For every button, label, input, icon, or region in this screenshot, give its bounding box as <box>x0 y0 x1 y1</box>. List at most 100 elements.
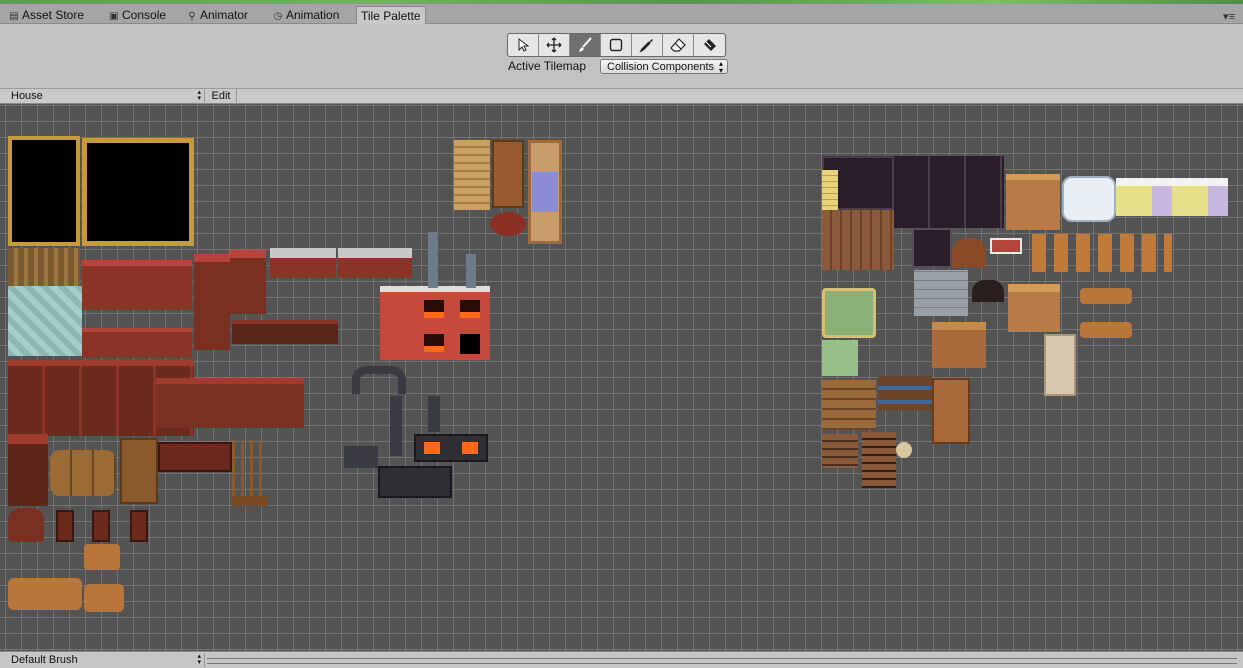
stove-pipe-tile[interactable] <box>390 396 402 456</box>
cabinet-tile[interactable] <box>932 322 986 368</box>
cabinet-tile[interactable] <box>194 254 230 350</box>
fire-icon <box>424 334 444 352</box>
cursor-icon <box>518 38 530 52</box>
toolbar-area: Active Tilemap Collision Components ▴ ▾ <box>0 24 1243 88</box>
brush-icon <box>579 37 592 52</box>
window-frame-tile[interactable] <box>8 136 80 246</box>
box-fill-tool-button[interactable] <box>601 34 632 56</box>
drawer-tile[interactable] <box>156 378 304 428</box>
tab-animation[interactable]: ◷ Animation <box>268 6 343 24</box>
tab-label: Console <box>122 8 167 22</box>
hay-tile[interactable] <box>454 140 490 210</box>
horizontal-scrollbar[interactable] <box>207 658 1237 664</box>
tab-label: Asset Store <box>22 8 85 22</box>
blanket-tile[interactable] <box>532 172 558 212</box>
armor-rack-tile[interactable] <box>270 248 336 278</box>
window-frame-tile[interactable] <box>82 138 194 246</box>
stairs-tile[interactable] <box>822 434 858 468</box>
iron-stove-tile[interactable] <box>378 466 452 498</box>
barrel-tile[interactable] <box>50 450 116 496</box>
bench-tile[interactable] <box>158 442 232 472</box>
round-table-tile[interactable] <box>490 212 526 236</box>
tab-tile-palette[interactable]: Tile Palette <box>356 6 426 25</box>
brick-wall-tile[interactable] <box>822 170 838 210</box>
fill-tool-button[interactable] <box>694 34 725 56</box>
table-tile[interactable] <box>8 508 44 542</box>
shelf-tile[interactable] <box>1008 284 1060 332</box>
grass-rug-tile[interactable] <box>822 288 876 338</box>
iron-stove-tile[interactable] <box>344 446 378 468</box>
edit-palette-button[interactable]: Edit <box>206 89 237 104</box>
wardrobe-tile[interactable] <box>932 378 970 444</box>
brush-dropdown[interactable]: Default Brush ▴ ▾ <box>6 653 205 667</box>
select-tool-button[interactable] <box>508 34 539 56</box>
counter-tile[interactable] <box>82 328 192 358</box>
updown-icon: ▴ ▾ <box>718 59 723 75</box>
cabinet-tile[interactable] <box>230 250 266 314</box>
active-tilemap-value: Collision Components <box>607 61 714 73</box>
workbench-tile[interactable] <box>84 584 124 612</box>
bed-tile[interactable] <box>1116 178 1228 216</box>
tab-label: Tile Palette <box>361 9 421 23</box>
grass-tile[interactable] <box>822 340 858 376</box>
dark-door-tile[interactable] <box>912 228 952 268</box>
erase-tool-button[interactable] <box>663 34 694 56</box>
window-menu-icon[interactable]: ▾≡ <box>1223 10 1235 23</box>
tab-label: Animator <box>200 8 249 22</box>
table-tile[interactable] <box>1080 288 1132 304</box>
wood-panel-tile[interactable] <box>822 210 894 270</box>
stone-wall-tile[interactable] <box>914 270 968 316</box>
oven-tile[interactable] <box>1044 334 1076 396</box>
clock-tile[interactable] <box>130 510 148 542</box>
workbench-tile[interactable] <box>8 578 82 610</box>
table-tile[interactable] <box>1080 322 1132 338</box>
stove-pipe-tile[interactable] <box>352 366 406 394</box>
stairs-tile[interactable] <box>862 432 896 488</box>
active-tilemap-label: Active Tilemap <box>508 59 587 73</box>
fire-icon <box>460 300 480 318</box>
picker-tool-button[interactable] <box>632 34 663 56</box>
tab-bar: ▤ Asset Store ▣ Console ⚲ Animator ◷ Animati… <box>0 4 1243 25</box>
palette-value: House <box>11 90 43 102</box>
stone-floor-tile[interactable] <box>8 286 82 356</box>
crate-tile[interactable] <box>120 438 158 504</box>
clock-tile[interactable] <box>56 510 74 542</box>
round-rug-tile[interactable] <box>896 442 912 458</box>
active-tilemap-dropdown[interactable]: Collision Components ▴ ▾ <box>600 59 728 75</box>
clock-tile[interactable] <box>92 510 110 542</box>
bookshelf-tile[interactable] <box>878 376 932 410</box>
chimney-tile[interactable] <box>428 232 438 288</box>
move-icon <box>546 37 562 53</box>
spear-rack-tile[interactable] <box>232 440 268 506</box>
fireplace-opening-tile[interactable] <box>460 334 480 354</box>
eraser-icon <box>670 38 686 52</box>
palette-dropdown[interactable]: House ▴ ▾ <box>6 89 205 104</box>
oven-bench-tile[interactable] <box>232 320 338 344</box>
paint-tool-button[interactable] <box>570 34 601 56</box>
tab-label: Animation <box>286 8 340 22</box>
window-tile[interactable] <box>990 238 1022 254</box>
wardrobe-tile[interactable] <box>492 140 524 208</box>
tab-animator[interactable]: ⚲ Animator <box>182 6 252 24</box>
shelf-tile[interactable] <box>8 434 48 506</box>
move-tool-button[interactable] <box>539 34 570 56</box>
stairs-tile[interactable] <box>822 380 876 430</box>
bathtub-tile[interactable] <box>1062 176 1116 222</box>
stove-pipe-tile[interactable] <box>428 396 440 432</box>
floorboard-tile[interactable] <box>8 248 80 286</box>
tile-palette-canvas[interactable] <box>0 104 1243 651</box>
dark-wall-tile[interactable] <box>894 156 1004 228</box>
tab-console[interactable]: ▣ Console <box>104 6 170 24</box>
brush-value: Default Brush <box>11 654 78 666</box>
chair-row-tile[interactable] <box>1032 234 1172 272</box>
door-tile[interactable] <box>952 238 986 268</box>
tab-asset-store[interactable]: ▤ Asset Store <box>4 6 88 24</box>
eyedropper-icon <box>639 39 653 53</box>
counter-tile[interactable] <box>82 260 192 310</box>
counter-tile[interactable] <box>1006 174 1060 230</box>
chimney-tile[interactable] <box>466 254 476 288</box>
fireplace-arch-tile[interactable] <box>972 280 1004 302</box>
tool-strip <box>507 33 726 57</box>
armor-rack-tile[interactable] <box>338 248 412 278</box>
table-tile[interactable] <box>84 544 120 570</box>
